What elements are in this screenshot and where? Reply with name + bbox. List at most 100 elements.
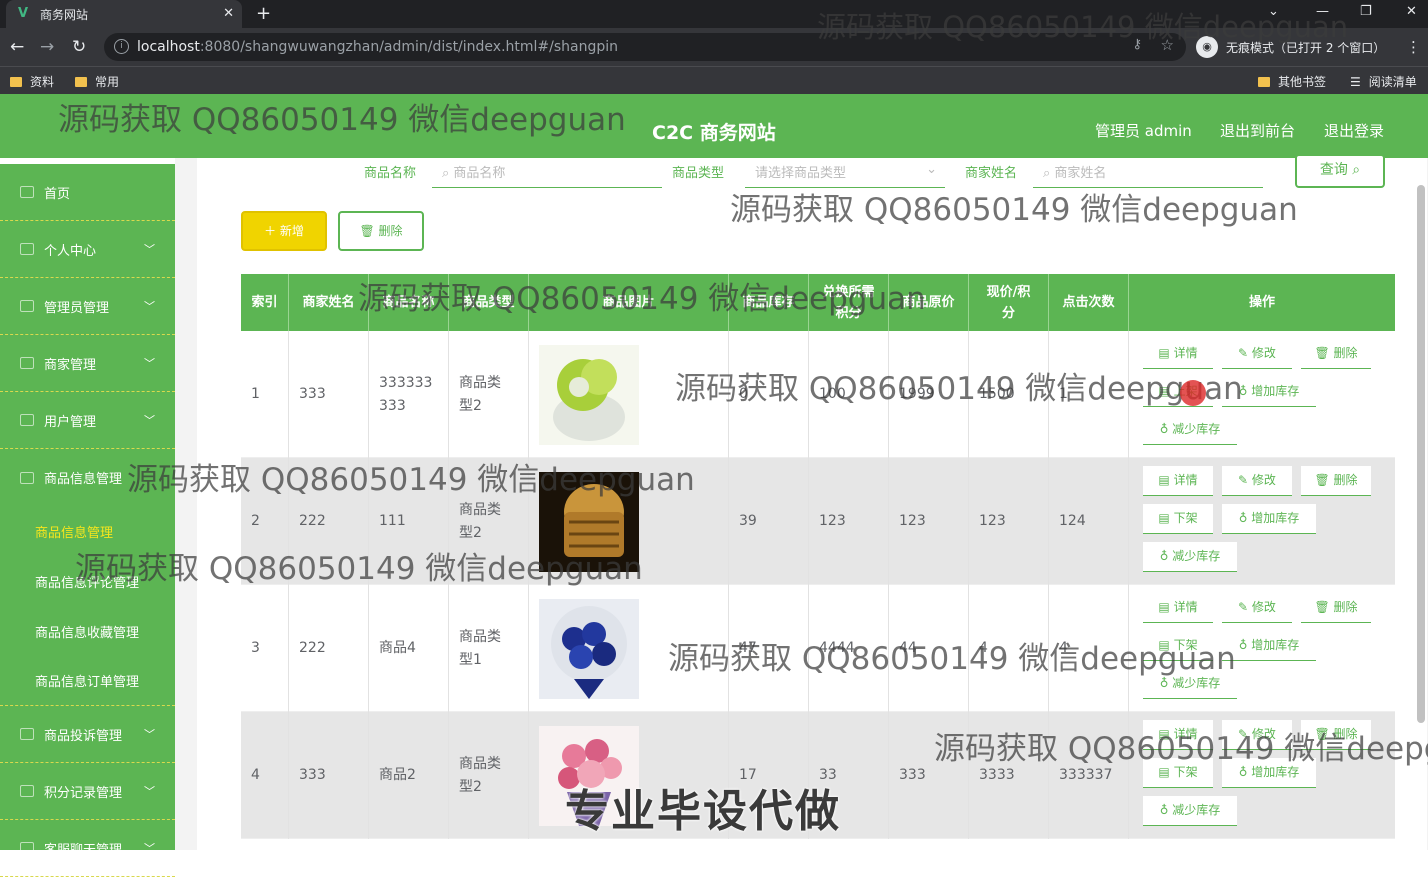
col-merchant[interactable]: 商家姓名 [289, 274, 369, 331]
detail-button[interactable]: ▤ 详情 [1143, 720, 1213, 750]
edit-button[interactable]: ✎ 修改 [1222, 593, 1292, 623]
sidebar-item-users[interactable]: 用户管理 ﹀ [0, 392, 175, 449]
product-type-select[interactable]: 请选择商品类型 ⌄ [745, 158, 945, 188]
reduce-stock-button[interactable]: ♁ 减少库存 [1143, 669, 1237, 699]
complaint-icon [20, 728, 34, 740]
add-stock-button[interactable]: ♁ 增加库存 [1222, 631, 1316, 661]
shelf-toggle-button[interactable]: ▤ 下架 [1143, 504, 1213, 534]
product-image[interactable] [539, 471, 639, 572]
cell-price: 123 [969, 458, 1049, 585]
home-icon [20, 186, 34, 198]
sidebar-item-points[interactable]: 积分记录管理 ﹀ [0, 763, 175, 820]
browser-menu-icon[interactable]: ⋮ [1406, 38, 1421, 56]
query-button[interactable]: 查询 ⌕ [1295, 154, 1385, 188]
back-icon[interactable]: ← [10, 37, 24, 57]
bulb-icon: ♁ [1159, 676, 1173, 690]
tab-close-icon[interactable]: ✕ [223, 6, 234, 21]
password-key-icon[interactable]: ⚷ [1132, 37, 1142, 52]
sidebar-item-profile[interactable]: 个人中心 ﹀ [0, 221, 175, 278]
sidebar-sub-product-comments[interactable]: 商品信息评论管理 [0, 556, 175, 606]
incognito-indicator[interactable]: ◉ 无痕模式（已打开 2 个窗口） [1196, 34, 1385, 60]
table-row: 1 333 333333333 商品类型2 0 100 1999 1500 1 ▤ 详情 ✎ 修改 🗑… [241, 331, 1395, 458]
edit-button[interactable]: ✎ 修改 [1222, 720, 1292, 750]
sidebar-item-products[interactable]: 商品信息管理 [0, 449, 175, 506]
delete-button[interactable]: 🗑 删除 [1301, 720, 1371, 750]
reload-icon[interactable]: ↻ [72, 37, 86, 57]
edit-icon: ✎ [1238, 473, 1252, 487]
shelf-toggle-button[interactable]: ▤ 下架 [1143, 758, 1213, 788]
delete-button[interactable]: 🗑 删除 [1301, 593, 1371, 623]
new-tab-icon[interactable]: + [256, 3, 271, 24]
table-row: 3 222 商品4 商品类型1 47 4444 44 4 4 ▤ 详情 ✎ 修改 🗑 删除 ▤ 下架 ♁ … [241, 585, 1395, 712]
sidebar-item-chat[interactable]: 客服聊天管理 ﹀ [0, 820, 175, 877]
sidebar-sub-product-orders[interactable]: 商品信息订单管理 [0, 656, 175, 706]
reading-list[interactable]: ☰ 阅读清单 [1350, 73, 1417, 90]
detail-button[interactable]: ▤ 详情 [1143, 593, 1213, 623]
col-clicks[interactable]: 点击次数 [1049, 274, 1129, 331]
url-field[interactable]: i localhost:8080/shangwuwangzhan/admin/d… [104, 33, 1186, 61]
cell-actions: ▤ 详情 ✎ 修改 🗑 删除 ▤ 下架 ♁ 增加库存 ♁ 减少库存 [1129, 712, 1393, 839]
cell-points: 100 [809, 331, 889, 458]
sidebar-item-admins[interactable]: 管理员管理 ﹀ [0, 278, 175, 335]
add-stock-button[interactable]: ♁ 增加库存 [1222, 504, 1316, 534]
bookmark-folder[interactable]: 其他书签 [1258, 73, 1326, 90]
cell-orig-price: 123 [889, 458, 969, 585]
delete-button[interactable]: 🗑 删除 [1301, 466, 1371, 496]
col-orig-price[interactable]: 商品原价 [889, 274, 969, 331]
sidebar-item-merchants[interactable]: 商家管理 ﹀ [0, 335, 175, 392]
bookmark-folder[interactable]: 资料 [10, 73, 54, 90]
col-points[interactable]: 兑换所需积分 [809, 274, 889, 331]
product-image[interactable] [539, 344, 639, 445]
merchant-name-input[interactable]: ⌕ 商家姓名 [1033, 158, 1263, 188]
url-text[interactable]: localhost:8080/shangwuwangzhan/admin/dis… [137, 39, 618, 55]
add-button[interactable]: ＋ 新增 [241, 211, 327, 251]
tab-search-icon[interactable]: ⌄ [1268, 4, 1279, 19]
product-name-input[interactable]: ⌕ 商品名称 [432, 158, 662, 188]
product-image[interactable] [539, 598, 639, 699]
col-price[interactable]: 现价/积分 [969, 274, 1049, 331]
forward-icon[interactable]: → [40, 37, 54, 57]
delete-button[interactable]: 🗑 删除 [1301, 339, 1371, 369]
sidebar-sub-product-info[interactable]: 商品信息管理 [0, 506, 175, 556]
col-type[interactable]: 商品类型 [449, 274, 529, 331]
folder-icon [10, 76, 22, 87]
bookmark-star-icon[interactable]: ☆ [1161, 36, 1174, 54]
product-type-label: 商品类型 [672, 166, 725, 181]
bookmark-folder[interactable]: 常用 [75, 73, 119, 90]
cell-clicks: 333337 [1049, 712, 1129, 839]
sidebar-item-complaints[interactable]: 商品投诉管理 ﹀ [0, 706, 175, 763]
col-image[interactable]: 商品图片 [529, 274, 729, 331]
col-stock[interactable]: 商品库存 [729, 274, 809, 331]
add-stock-button[interactable]: ♁ 增加库存 [1222, 758, 1316, 788]
bulb-icon: ♁ [1238, 638, 1252, 652]
add-stock-button[interactable]: ♁ 增加库存 [1222, 377, 1316, 407]
col-index[interactable]: 索引 [241, 274, 289, 331]
browser-tab[interactable]: V 商务网站 ✕ [6, 0, 242, 28]
reduce-stock-button[interactable]: ♁ 减少库存 [1143, 415, 1237, 445]
cell-name: 商品4 [369, 585, 449, 712]
edit-button[interactable]: ✎ 修改 [1222, 339, 1292, 369]
reduce-stock-button[interactable]: ♁ 减少库存 [1143, 796, 1237, 826]
sidebar-item-home[interactable]: 首页 [0, 164, 175, 221]
col-actions: 操作 [1248, 295, 1275, 310]
edit-button[interactable]: ✎ 修改 [1222, 466, 1292, 496]
trash-icon: 🗑 [359, 224, 379, 238]
back-to-front-link[interactable]: 退出到前台 [1220, 120, 1295, 141]
minimize-icon[interactable]: — [1316, 4, 1329, 19]
restore-icon[interactable]: ❐ [1360, 4, 1372, 19]
admin-user-link[interactable]: 管理员 admin [1095, 120, 1192, 141]
cell-clicks: 124 [1049, 458, 1129, 585]
col-name[interactable]: 商品名称 [369, 274, 449, 331]
goods-icon [20, 471, 34, 484]
detail-button[interactable]: ▤ 详情 [1143, 466, 1213, 496]
site-info-icon[interactable]: i [114, 39, 129, 54]
reduce-stock-button[interactable]: ♁ 减少库存 [1143, 542, 1237, 572]
batch-delete-button[interactable]: 🗑 删除 [338, 211, 424, 251]
vertical-scrollbar[interactable] [1417, 185, 1425, 723]
sidebar-sub-product-favorites[interactable]: 商品信息收藏管理 [0, 606, 175, 656]
logout-link[interactable]: 退出登录 [1324, 120, 1384, 141]
window-close-icon[interactable]: ✕ [1406, 4, 1417, 19]
search-icon: ⌕ [442, 166, 454, 181]
shelf-toggle-button[interactable]: ▤ 下架 [1143, 631, 1213, 661]
detail-button[interactable]: ▤ 详情 [1143, 339, 1213, 369]
